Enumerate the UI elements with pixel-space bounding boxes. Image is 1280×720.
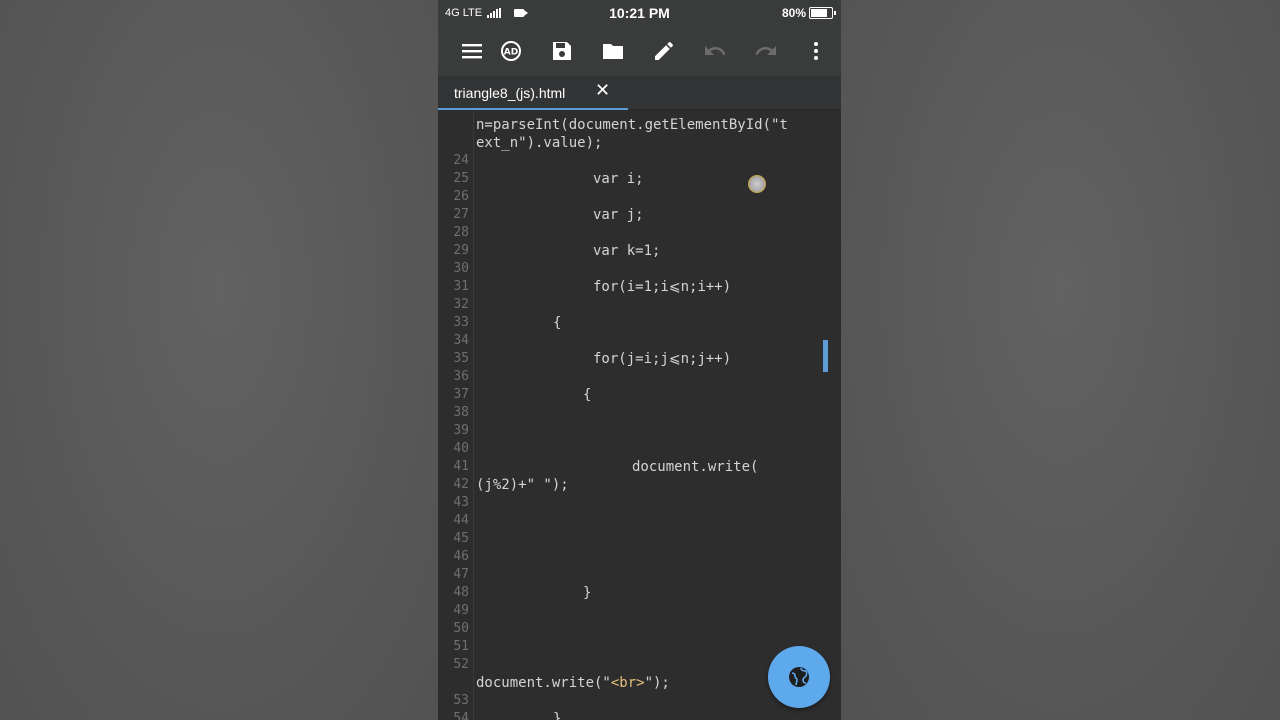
line-number: 27	[453, 207, 469, 222]
status-time: 10:21 PM	[609, 5, 670, 21]
menu-icon[interactable]	[459, 38, 485, 64]
folder-icon[interactable]	[600, 38, 626, 64]
touch-indicator	[748, 175, 766, 193]
line-number: 35	[453, 351, 469, 366]
svg-text:AD: AD	[504, 48, 518, 58]
code-line: {	[583, 387, 592, 403]
line-number: 40	[453, 441, 469, 456]
save-icon[interactable]	[549, 38, 575, 64]
line-number: 45	[453, 531, 469, 546]
line-number: 47	[453, 567, 469, 582]
editor-toolbar: AD	[438, 26, 841, 76]
line-number: 36	[453, 369, 469, 384]
line-number: 31	[453, 279, 469, 294]
undo-icon[interactable]	[702, 38, 728, 64]
globe-icon	[789, 667, 809, 687]
line-number: 32	[453, 297, 469, 312]
line-number: 34	[453, 333, 469, 348]
code-line: }	[553, 711, 562, 720]
tab-file[interactable]: triangle8_(js).html ✕	[438, 76, 628, 110]
battery-icon	[809, 7, 836, 19]
code-token: ");	[644, 675, 670, 691]
edit-icon[interactable]	[651, 38, 677, 64]
code-line: document.write("<br>");	[476, 674, 670, 692]
video-letterbox-left	[0, 0, 438, 720]
code-line: n=parseInt(document.getElementById("t	[476, 117, 788, 133]
line-number: 44	[453, 513, 469, 528]
code-line: (j%2)+" ");	[476, 477, 569, 493]
status-bar-right: 80%	[781, 6, 836, 20]
line-number: 53	[453, 693, 469, 708]
code-line: ext_n").value);	[476, 135, 603, 151]
code-line: for(j=i;j⩽n;j++)	[593, 351, 732, 367]
code-line: var i;	[593, 171, 644, 187]
line-number: 51	[453, 639, 469, 654]
close-icon[interactable]: ✕	[595, 82, 613, 100]
ad-icon[interactable]: AD	[498, 38, 524, 64]
line-number: 38	[453, 405, 469, 420]
gutter-divider	[473, 111, 474, 720]
line-number: 30	[453, 261, 469, 276]
code-line: }	[583, 585, 592, 601]
code-line: document.write(	[632, 459, 759, 475]
line-number: 24	[453, 153, 469, 168]
preview-button[interactable]	[768, 646, 830, 708]
code-line: {	[553, 315, 562, 331]
line-number: 48	[453, 585, 469, 600]
line-number: 26	[453, 189, 469, 204]
battery-percent: 80%	[781, 6, 806, 20]
line-number: 42	[453, 477, 469, 492]
scrollbar-thumb[interactable]	[823, 340, 828, 372]
code-line: for(i=1;i⩽n;i++)	[593, 279, 732, 295]
phone-screen: 4G LTE 10:21 PM 80% AD triangle8_(js).ht…	[438, 0, 841, 720]
line-number: 49	[453, 603, 469, 618]
tab-label: triangle8_(js).html	[454, 85, 566, 101]
status-bar: 4G LTE 10:21 PM 80%	[438, 0, 841, 26]
line-number: 37	[453, 387, 469, 402]
code-line: var j;	[593, 207, 644, 223]
line-number: 50	[453, 621, 469, 636]
more-vert-icon[interactable]	[803, 38, 829, 64]
code-line: var k=1;	[593, 243, 661, 259]
line-number: 41	[453, 459, 469, 474]
redo-icon[interactable]	[753, 38, 779, 64]
video-letterbox-right	[841, 0, 1280, 720]
line-number: 46	[453, 549, 469, 564]
line-number: 43	[453, 495, 469, 510]
line-number: 54	[453, 711, 469, 720]
code-editor[interactable]: 24 25 26 27 28 29 30 31 32 33 34 35 36 3…	[438, 111, 841, 720]
line-number: 25	[453, 171, 469, 186]
line-number: 28	[453, 225, 469, 240]
line-number: 39	[453, 423, 469, 438]
code-token: document.write("	[476, 675, 611, 691]
line-number: 29	[453, 243, 469, 258]
line-number: 33	[453, 315, 469, 330]
code-token-tag: <br>	[610, 675, 645, 691]
file-tab-bar: triangle8_(js).html ✕	[438, 76, 841, 110]
line-number: 52	[453, 657, 469, 672]
